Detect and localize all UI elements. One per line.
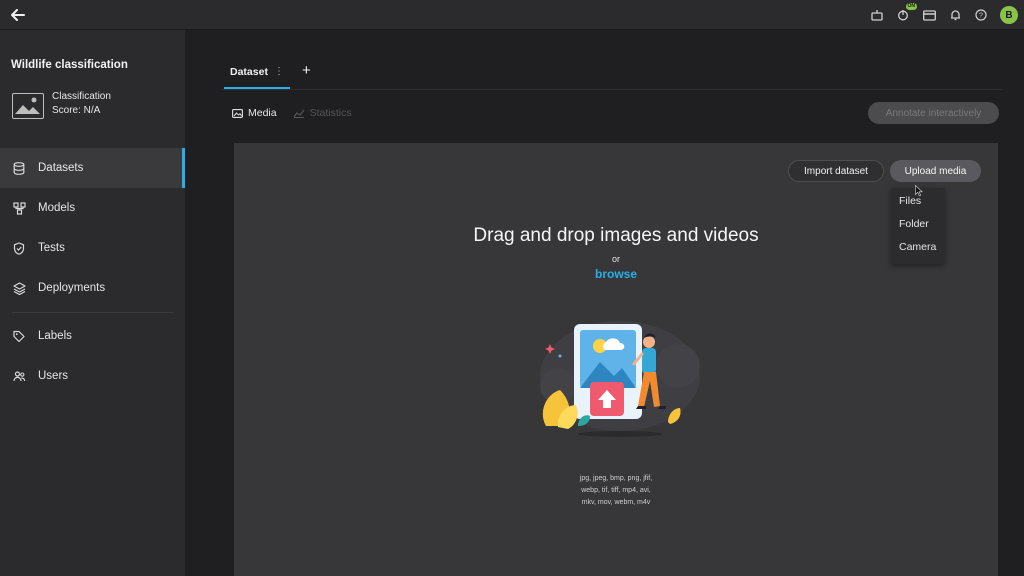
sidebar-item-label: Models <box>38 202 76 214</box>
project-type: Classification <box>52 91 111 102</box>
back-button[interactable] <box>8 5 28 25</box>
subtab-label: Media <box>248 107 277 119</box>
browse-link[interactable]: browse <box>234 267 998 281</box>
more-options-icon[interactable]: ⋮ <box>274 66 284 77</box>
image-icon <box>12 93 44 119</box>
bell-icon[interactable] <box>948 8 962 22</box>
sidebar-item-label: Labels <box>38 330 72 342</box>
shield-icon <box>12 241 26 255</box>
sidebar-item-models[interactable]: Models <box>0 188 185 228</box>
media-upload-panel[interactable]: Import dataset Upload media Files Folder… <box>234 143 998 576</box>
subtab-statistics[interactable]: Statistics <box>293 107 352 119</box>
menu-item-files[interactable]: Files <box>891 195 945 218</box>
models-icon <box>12 201 26 215</box>
sidebar-item-deployments[interactable]: Deployments <box>0 268 185 308</box>
active-tab-indicator <box>224 87 290 89</box>
users-icon <box>12 369 26 383</box>
layers-icon <box>12 281 26 295</box>
sidebar-item-datasets[interactable]: Datasets <box>0 148 185 188</box>
dropzone-or: or <box>611 254 620 264</box>
dropzone-title: Drag and drop images and videos <box>473 225 759 246</box>
subtabs: Media Statistics <box>232 104 352 122</box>
formats-line: webp, tif, tiff, mp4, avi, <box>581 487 651 494</box>
subtab-label: Statistics <box>309 107 352 119</box>
subtab-media[interactable]: Media <box>232 107 277 119</box>
formats-line: mkv, mov, webm, m4v <box>581 499 651 506</box>
add-dataset-button[interactable]: + <box>302 62 311 79</box>
media-icon <box>232 108 243 118</box>
svg-text:?: ? <box>979 13 983 20</box>
on-badge: ON <box>905 3 917 10</box>
sidebar-item-label: Tests <box>38 242 65 254</box>
dataset-tabs: Dataset ⋮ + <box>222 60 1002 90</box>
sidebar: Wildlife classification Classification S… <box>0 30 185 576</box>
arrow-left-icon <box>11 9 25 21</box>
sidebar-item-label: Datasets <box>38 162 84 174</box>
statistics-icon <box>293 109 305 118</box>
power-icon[interactable]: ON <box>896 3 917 22</box>
sidebar-divider <box>12 312 173 313</box>
sidebar-item-label: Deployments <box>38 282 106 294</box>
database-icon <box>12 161 26 175</box>
sidebar-item-labels[interactable]: Labels <box>0 316 185 356</box>
project-meta: Classification Score: N/A <box>52 90 111 118</box>
import-dataset-button[interactable]: Import dataset <box>788 160 884 182</box>
tab-dataset[interactable]: Dataset <box>230 66 268 78</box>
annotate-interactively-button[interactable]: Annotate interactively <box>868 102 999 124</box>
project-score: Score: N/A <box>52 105 101 116</box>
top-bar: ON ? B <box>0 0 1024 30</box>
sidebar-item-users[interactable]: Users <box>0 356 185 396</box>
formats-line: jpg, jpeg, bmp, png, jfif, <box>579 475 653 482</box>
upload-media-button[interactable]: Upload media <box>890 160 981 182</box>
card-icon[interactable] <box>922 8 936 22</box>
supported-formats: jpg, jpeg, bmp, png, jfif, webp, tif, ti… <box>546 473 686 509</box>
ai-icon[interactable] <box>870 8 884 22</box>
tag-icon <box>12 329 26 343</box>
avatar[interactable]: B <box>1000 6 1018 24</box>
mouse-cursor-icon <box>915 185 923 197</box>
top-icons: ON ? B <box>870 3 1018 26</box>
sidebar-item-label: Users <box>38 370 69 382</box>
project-title: Wildlife classification <box>11 59 128 71</box>
upload-illustration <box>540 321 700 437</box>
sidebar-nav: Datasets Models Tests Deployments Labels… <box>0 148 185 396</box>
help-icon[interactable]: ? <box>974 8 988 22</box>
sidebar-item-tests[interactable]: Tests <box>0 228 185 268</box>
